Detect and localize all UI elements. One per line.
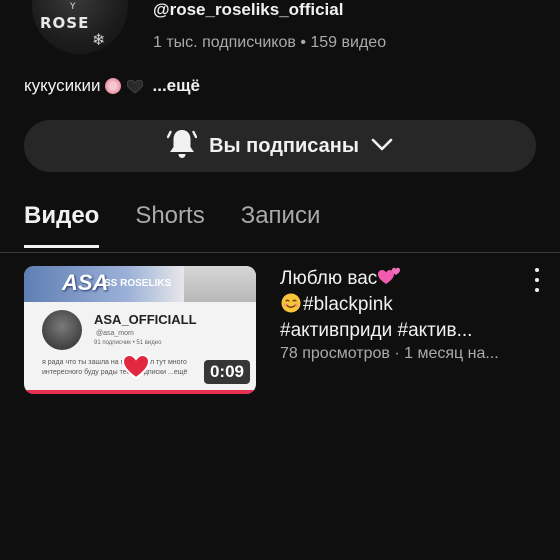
smiling-face-icon bbox=[281, 293, 301, 313]
thumbnail-banner-subtext: SS ROSELIKS bbox=[104, 278, 172, 289]
black-heart-icon bbox=[126, 79, 143, 94]
description-more-link[interactable]: ...ещё bbox=[153, 76, 200, 96]
watch-progress-bar bbox=[24, 390, 256, 394]
video-duration: 0:09 bbox=[203, 360, 250, 384]
channel-page: Y ROSE ❄ @rose_roseliks_official 1 тыс. … bbox=[0, 0, 560, 560]
channel-tabs: Видео Shorts Записи bbox=[24, 202, 320, 248]
chevron-down-icon bbox=[371, 137, 393, 156]
thumbnail-handle: @asa_mom bbox=[96, 330, 134, 337]
tab-divider bbox=[0, 252, 560, 253]
snowflake-icon: ❄ bbox=[92, 30, 106, 49]
two-hearts-icon bbox=[378, 267, 401, 284]
video-thumbnail[interactable]: ASA SS ROSELIKS ASA_OFFICIALL @asa_mom 9… bbox=[24, 266, 256, 394]
video-title-text-1: Люблю вас bbox=[280, 268, 378, 289]
red-heart-icon bbox=[121, 353, 151, 380]
flower-emoji-icon bbox=[104, 78, 121, 94]
more-dot bbox=[535, 268, 539, 272]
video-title[interactable]: Люблю вас #blackpink #активприди #актив.… bbox=[280, 266, 516, 344]
channel-handle: @rose_roseliks_official bbox=[153, 0, 344, 19]
channel-stats: 1 тыс. подписчиков • 159 видео bbox=[153, 34, 387, 51]
tab-posts[interactable]: Записи bbox=[241, 202, 321, 248]
thumbnail-channel-name: ASA_OFFICIALL bbox=[94, 312, 197, 327]
video-title-line-1: Люблю вас bbox=[280, 266, 516, 292]
tab-videos[interactable]: Видео bbox=[24, 202, 100, 248]
video-title-text-2: #blackpink bbox=[303, 294, 393, 315]
more-dot bbox=[535, 278, 539, 282]
thumbnail-banner-text: ASA bbox=[62, 270, 109, 295]
tab-shorts[interactable]: Shorts bbox=[135, 202, 204, 248]
video-title-line-3: #активприди #актив... bbox=[280, 320, 473, 341]
channel-avatar[interactable]: Y ROSE ❄ bbox=[32, 0, 128, 54]
thumbnail-photo bbox=[184, 266, 256, 302]
video-title-line-2: #blackpink bbox=[280, 292, 516, 318]
bell-icon bbox=[166, 128, 198, 164]
more-options-button[interactable] bbox=[530, 268, 544, 292]
subscribed-label: Вы подписаны bbox=[209, 134, 359, 157]
description-text: кукусикии bbox=[24, 76, 101, 95]
avatar-text: ROSE bbox=[40, 14, 90, 32]
more-dot bbox=[535, 288, 539, 292]
thumbnail-meta: 91 подписчик • 51 видео bbox=[94, 340, 162, 346]
avatar-letter: Y bbox=[70, 2, 76, 12]
video-meta: 78 просмотров · 1 месяц на... bbox=[280, 345, 499, 362]
channel-description[interactable]: кукусикии ...ещё bbox=[24, 76, 200, 96]
thumbnail-avatar bbox=[42, 310, 82, 350]
subscribed-button[interactable]: Вы подписаны bbox=[24, 120, 536, 172]
